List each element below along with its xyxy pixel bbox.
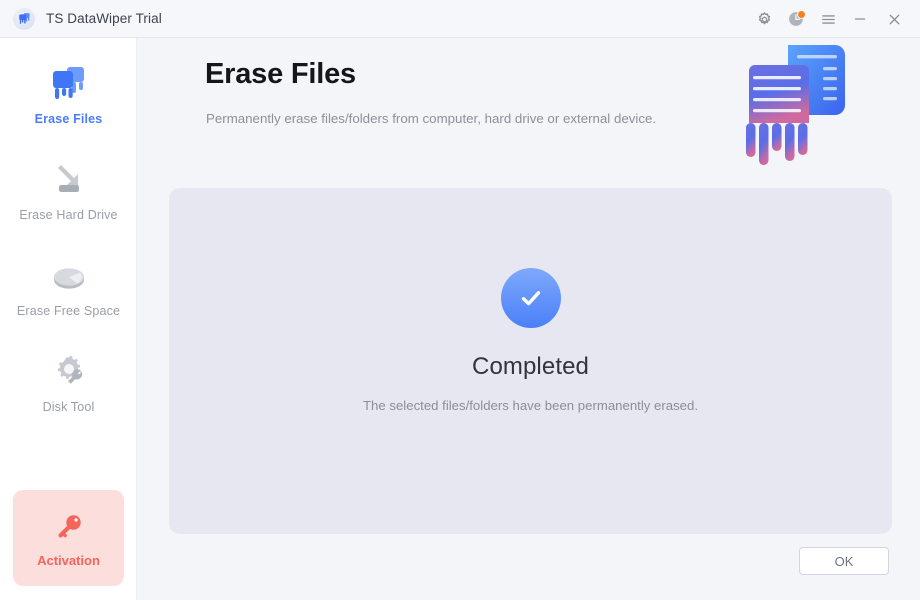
pie-chart-icon — [47, 255, 91, 295]
title-bar-actions — [748, 0, 912, 38]
title-bar: TS DataWiper Trial — [0, 0, 920, 38]
page-title: Erase Files — [205, 58, 356, 90]
ok-button[interactable]: OK — [799, 547, 889, 575]
key-icon — [52, 509, 86, 547]
sidebar-item-erase-files[interactable]: Erase Files — [0, 63, 137, 126]
app-title: TS DataWiper Trial — [46, 11, 162, 26]
result-status: Completed The selected files/folders hav… — [169, 268, 892, 413]
result-description: The selected files/folders have been per… — [362, 398, 698, 413]
check-circle-icon — [500, 268, 561, 328]
gear-icon[interactable] — [748, 4, 780, 34]
sidebar-item-label: Disk Tool — [42, 400, 95, 414]
sidebar-item-erase-free-space[interactable]: Erase Free Space — [0, 255, 137, 318]
close-icon[interactable] — [876, 4, 912, 34]
hamburger-menu-icon[interactable] — [812, 4, 844, 34]
sidebar: Erase Files Erase Hard Drive Erase Free … — [0, 38, 137, 600]
activation-label: Activation — [37, 552, 100, 568]
notification-badge — [797, 10, 806, 19]
page-subtitle: Permanently erase files/folders from com… — [206, 111, 657, 126]
result-panel: Completed The selected files/folders hav… — [169, 188, 892, 534]
minimize-icon[interactable] — [844, 4, 876, 34]
shredded-documents-illustration — [745, 43, 880, 188]
hard-drive-erase-icon — [47, 159, 91, 199]
gear-wrench-icon — [47, 351, 91, 391]
sidebar-item-disk-tool[interactable]: Disk Tool — [0, 351, 137, 414]
shredder-icon — [47, 63, 91, 103]
sidebar-item-label: Erase Hard Drive — [19, 208, 118, 222]
app-window: TS DataWiper Trial Erase Files Erase Har… — [0, 0, 920, 600]
sidebar-item-label: Erase Free Space — [16, 304, 121, 318]
activation-button[interactable]: Activation — [13, 490, 124, 586]
result-title: Completed — [472, 353, 589, 380]
sidebar-item-label: Erase Files — [34, 112, 103, 126]
clock-icon[interactable] — [780, 4, 812, 34]
sidebar-item-erase-hard-drive[interactable]: Erase Hard Drive — [0, 159, 137, 222]
main-content: Erase Files Permanently erase files/fold… — [137, 38, 920, 600]
app-logo-icon — [13, 7, 35, 30]
